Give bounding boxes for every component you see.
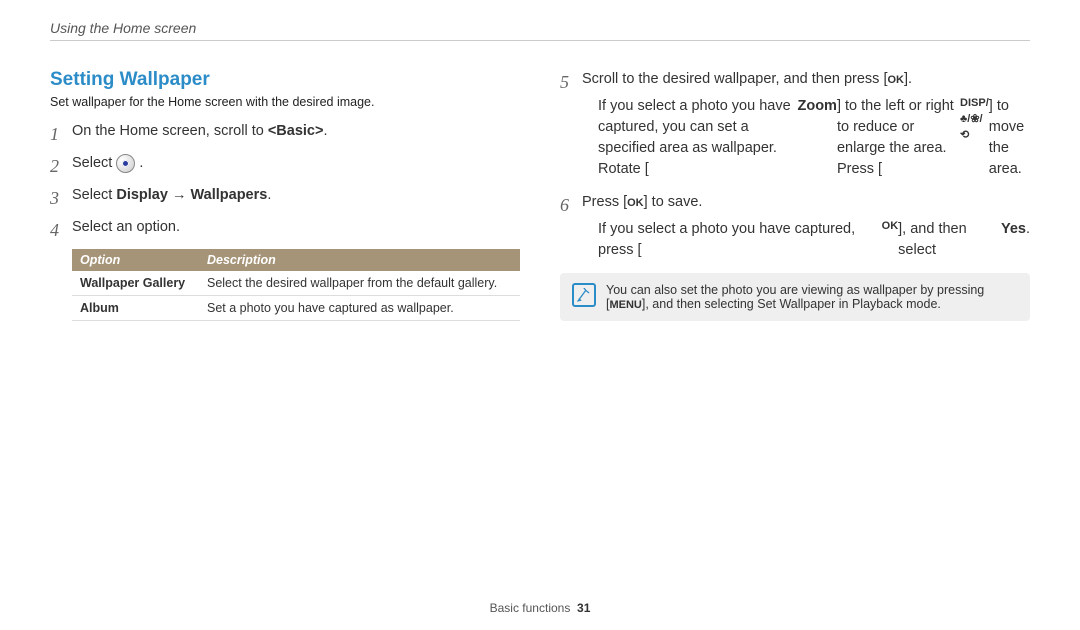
footer-section: Basic functions: [490, 601, 571, 615]
step-text: Scroll to the desired wallpaper, and the…: [582, 71, 887, 87]
note-part: ], and then selecting: [642, 297, 757, 311]
step-4: 4 Select an option.: [50, 217, 520, 243]
menu-key: MENU: [609, 299, 641, 311]
basic-label: <Basic>: [268, 123, 324, 139]
step-text: Press [: [582, 194, 627, 210]
note-icon: [572, 283, 596, 307]
sub-bullet: If you select a photo you have captured,…: [598, 96, 1030, 180]
opt-desc: Select the desired wallpaper from the de…: [199, 271, 520, 296]
step-body: Select an option.: [72, 217, 520, 238]
page-number: 31: [577, 601, 590, 615]
breadcrumb: Using the Home screen: [50, 20, 1030, 41]
wallpapers-label: Wallpapers: [191, 187, 268, 203]
note-text: You can also set the photo you are viewi…: [606, 283, 1018, 311]
step-body: Select .: [72, 153, 520, 174]
step-number: 6: [560, 192, 582, 218]
step-number: 4: [50, 217, 72, 243]
zoom-label: Zoom: [797, 96, 836, 117]
step-number: 5: [560, 69, 582, 95]
step-text: Select: [72, 187, 116, 203]
ok-key: OK: [887, 74, 904, 86]
bullet-text: ] to the left or right to reduce or enla…: [837, 96, 960, 180]
step-text: ] to save.: [644, 194, 703, 210]
options-table: Option Description Wallpaper Gallery Sel…: [72, 249, 520, 321]
bullet-text: ], and then select: [898, 219, 1001, 261]
note-part: in Playback mode.: [835, 297, 941, 311]
ok-key: OK: [882, 219, 899, 235]
step-number: 2: [50, 153, 72, 179]
bullet-text: If you select a photo you have captured,…: [598, 96, 797, 180]
section-title: Setting Wallpaper: [50, 69, 520, 91]
page: Using the Home screen Setting Wallpaper …: [0, 0, 1080, 630]
right-column: 5 Scroll to the desired wallpaper, and t…: [560, 61, 1030, 591]
step-3: 3 Select Display → Wallpapers.: [50, 185, 520, 211]
opt-name: Wallpaper Gallery: [72, 271, 199, 296]
set-wallpaper-label: Set Wallpaper: [757, 297, 835, 311]
steps-list-left: 1 On the Home screen, scroll to <Basic>.…: [50, 121, 520, 243]
arrow: →: [168, 187, 191, 203]
left-column: Setting Wallpaper Set wallpaper for the …: [50, 61, 520, 591]
opt-desc: Set a photo you have captured as wallpap…: [199, 296, 520, 321]
opt-name: Album: [72, 296, 199, 321]
table-row: Wallpaper Gallery Select the desired wal…: [72, 271, 520, 296]
step-text: ].: [904, 71, 912, 87]
bullet-text: .: [1026, 219, 1030, 240]
step-1: 1 On the Home screen, scroll to <Basic>.: [50, 121, 520, 147]
step-body: Scroll to the desired wallpaper, and the…: [582, 69, 1030, 186]
step-text: On the Home screen, scroll to: [72, 123, 268, 139]
settings-icon: [116, 154, 135, 173]
step-text: .: [323, 123, 327, 139]
intro-text: Set wallpaper for the Home screen with t…: [50, 95, 520, 109]
step-text: .: [267, 187, 271, 203]
bullet-text: ] to move the area.: [989, 96, 1030, 180]
step-body: On the Home screen, scroll to <Basic>.: [72, 121, 520, 142]
note-box: You can also set the photo you are viewi…: [560, 273, 1030, 321]
yes-label: Yes: [1001, 219, 1026, 240]
col-description: Description: [199, 249, 520, 271]
content-columns: Setting Wallpaper Set wallpaper for the …: [50, 61, 1030, 591]
step-body: Select Display → Wallpapers.: [72, 185, 520, 206]
display-label: Display: [116, 187, 168, 203]
sub-bullets: If you select a photo you have captured,…: [598, 219, 1030, 261]
step-body: Press [OK] to save. If you select a phot…: [582, 192, 1030, 267]
nav-keys-icon: DISP/♣/❀/⟲: [960, 96, 989, 144]
col-option: Option: [72, 249, 199, 271]
step-5: 5 Scroll to the desired wallpaper, and t…: [560, 69, 1030, 186]
step-text: Select: [72, 155, 116, 171]
bullet-text: If you select a photo you have captured,…: [598, 219, 882, 261]
sub-bullet: If you select a photo you have captured,…: [598, 219, 1030, 261]
step-number: 3: [50, 185, 72, 211]
table-row: Album Set a photo you have captured as w…: [72, 296, 520, 321]
table-header-row: Option Description: [72, 249, 520, 271]
step-number: 1: [50, 121, 72, 147]
step-text: .: [139, 155, 143, 171]
steps-list-right: 5 Scroll to the desired wallpaper, and t…: [560, 69, 1030, 267]
page-footer: Basic functions 31: [50, 591, 1030, 615]
step-6: 6 Press [OK] to save. If you select a ph…: [560, 192, 1030, 267]
step-2: 2 Select .: [50, 153, 520, 179]
sub-bullets: If you select a photo you have captured,…: [598, 96, 1030, 180]
ok-key: OK: [627, 197, 644, 209]
